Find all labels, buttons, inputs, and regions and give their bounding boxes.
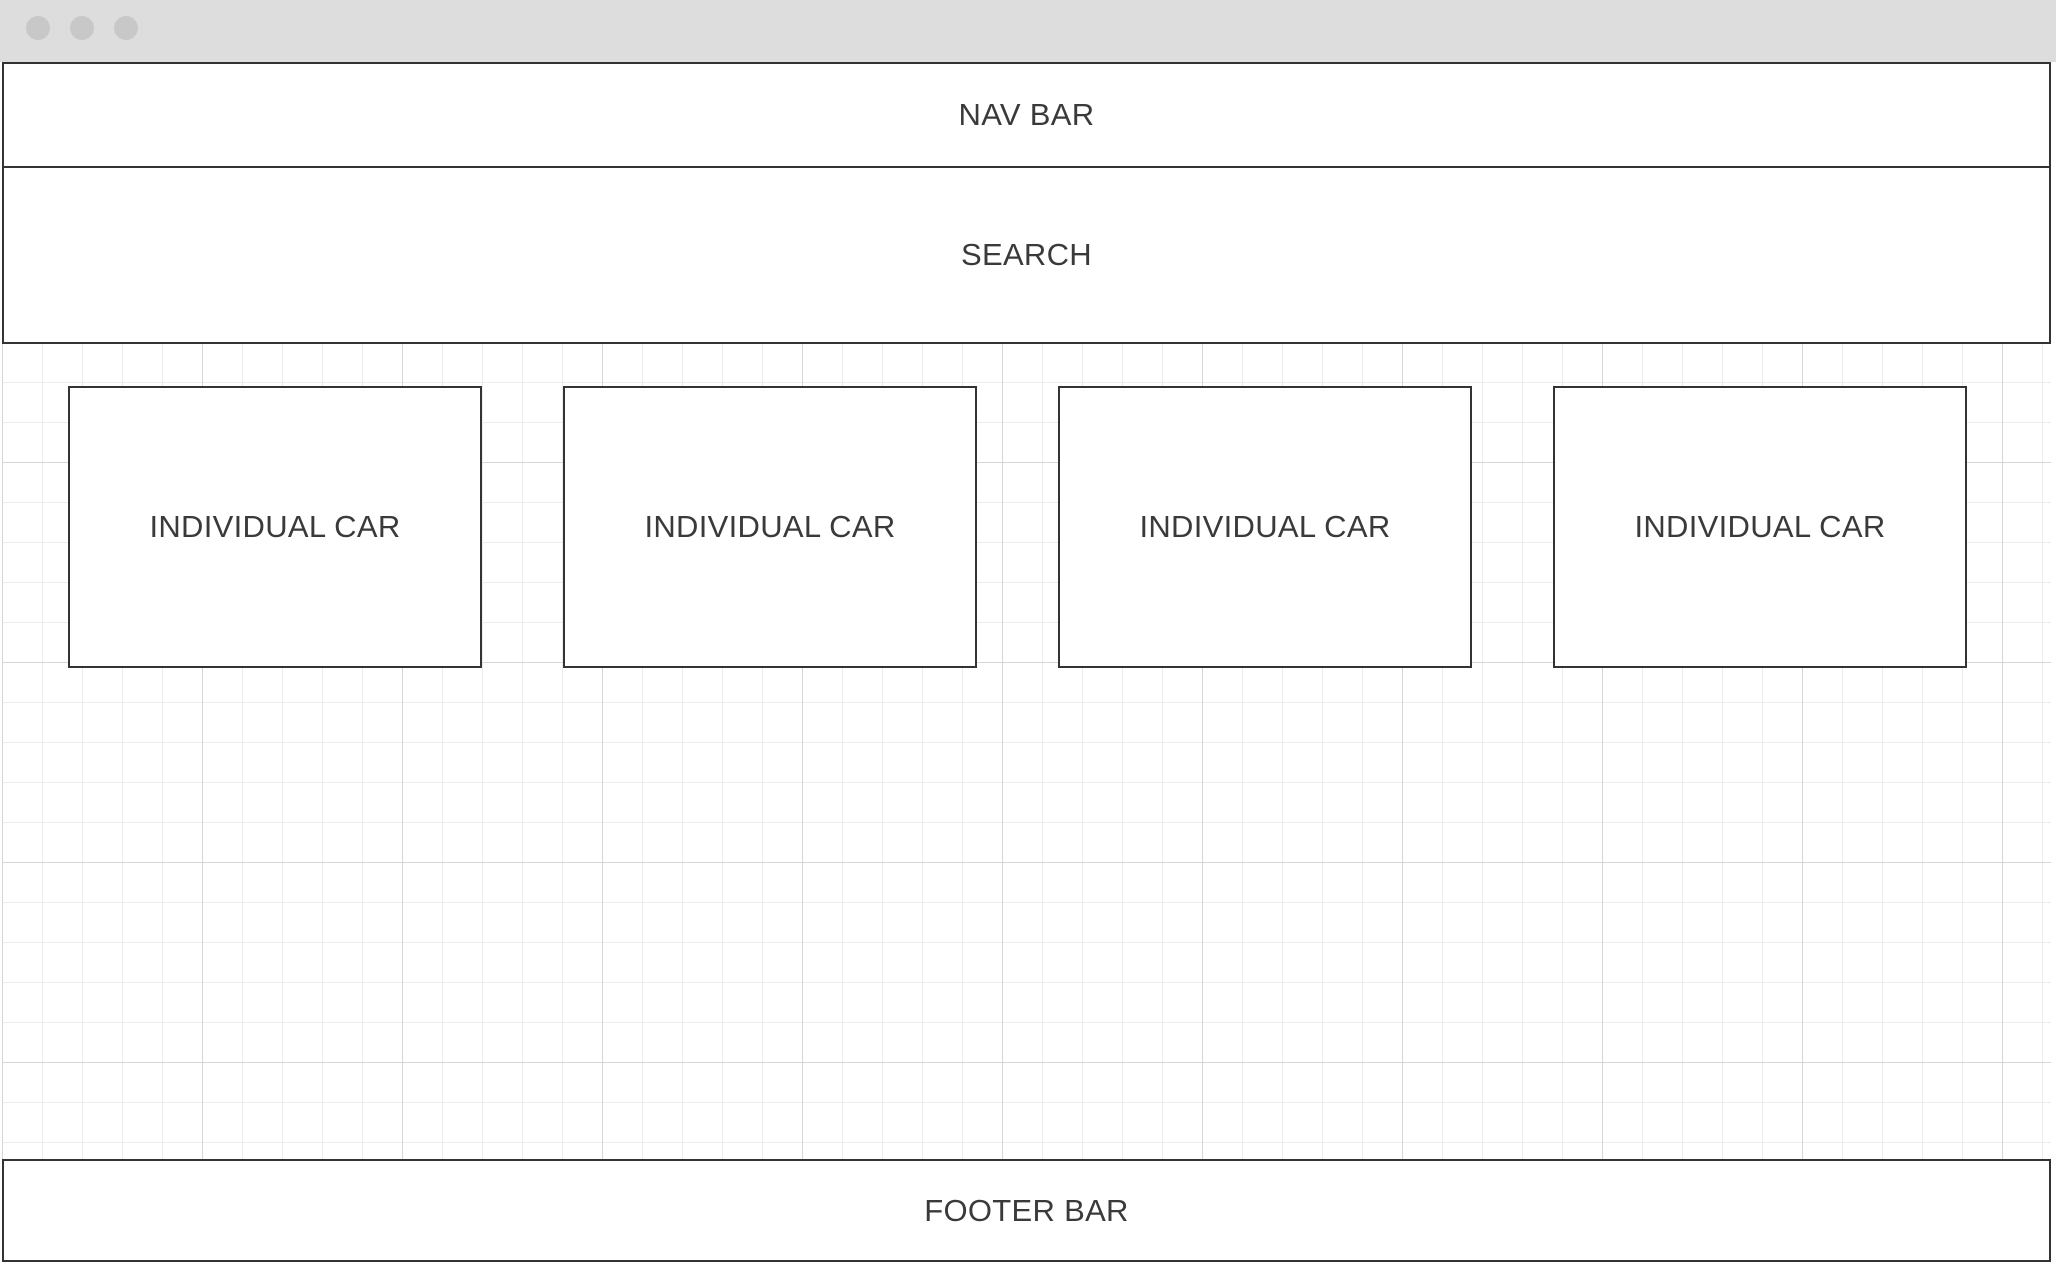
nav-bar[interactable]: NAV BAR xyxy=(2,62,2051,168)
footer-bar[interactable]: FOOTER BAR xyxy=(2,1159,2051,1262)
window-titlebar xyxy=(0,0,2056,62)
browser-window: NAV BAR SEARCH INDIVIDUAL CAR INDIVIDUAL… xyxy=(0,0,2056,1262)
car-card-label: INDIVIDUAL CAR xyxy=(149,509,401,544)
footer-bar-label: FOOTER BAR xyxy=(924,1192,1129,1228)
window-maximize-dot-icon[interactable] xyxy=(114,16,138,40)
car-card[interactable]: INDIVIDUAL CAR xyxy=(1058,386,1472,668)
window-minimize-dot-icon[interactable] xyxy=(70,16,94,40)
car-card-label: INDIVIDUAL CAR xyxy=(1634,509,1886,544)
window-close-dot-icon[interactable] xyxy=(26,16,50,40)
car-card[interactable]: INDIVIDUAL CAR xyxy=(68,386,482,668)
car-card[interactable]: INDIVIDUAL CAR xyxy=(563,386,977,668)
search-section[interactable]: SEARCH xyxy=(2,166,2051,344)
car-card-label: INDIVIDUAL CAR xyxy=(1139,509,1391,544)
nav-bar-label: NAV BAR xyxy=(958,97,1095,132)
car-card-label: INDIVIDUAL CAR xyxy=(644,509,896,544)
search-label: SEARCH xyxy=(961,237,1092,272)
car-card[interactable]: INDIVIDUAL CAR xyxy=(1553,386,1967,668)
